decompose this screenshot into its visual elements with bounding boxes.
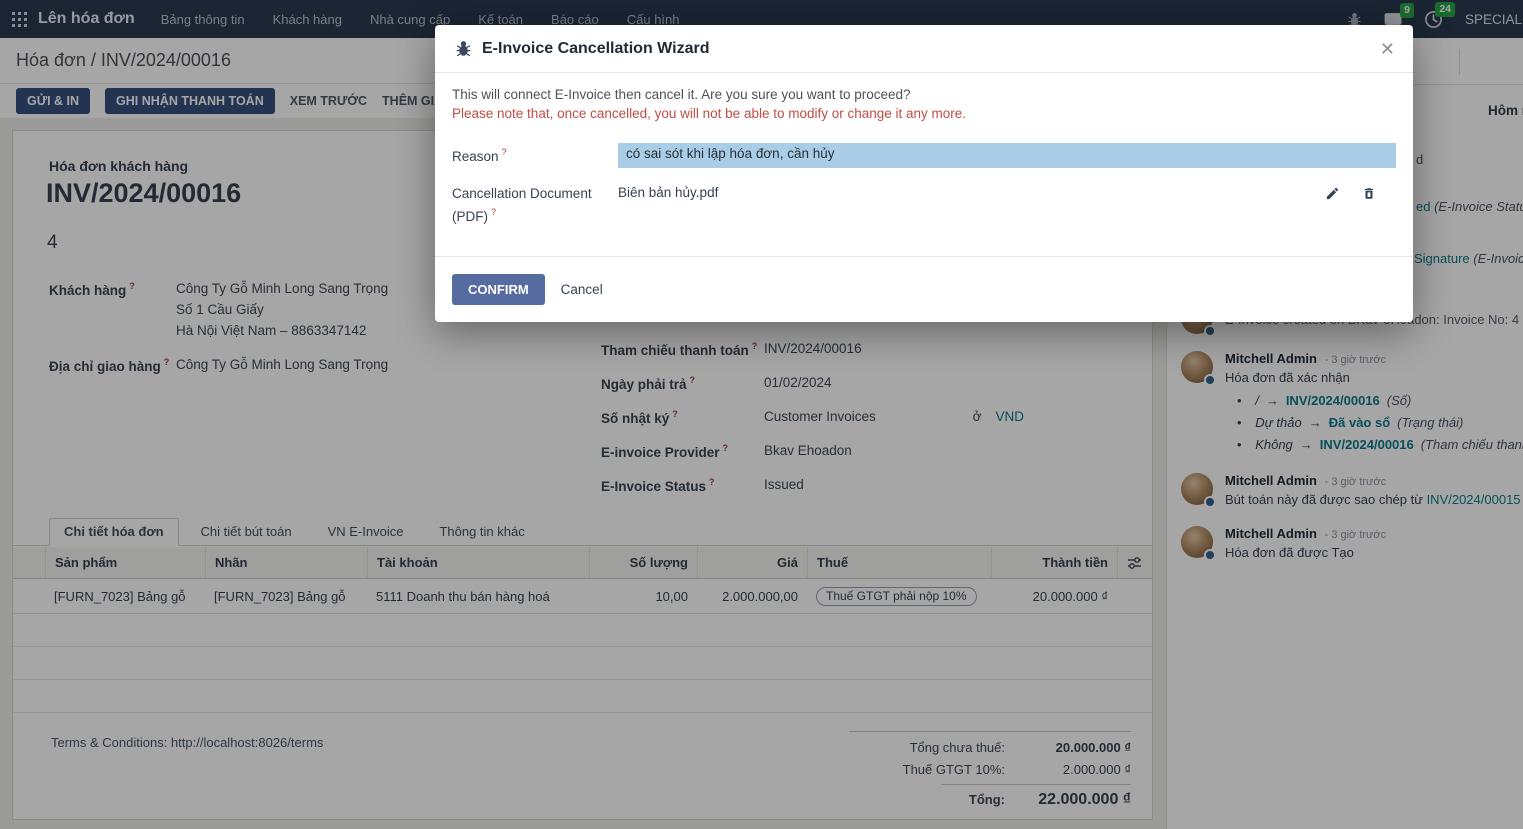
- cancellation-document-filename[interactable]: Biên bản hủy.pdf: [618, 184, 718, 200]
- cancellation-document-row: Cancellation Document (PDF)? Biên bản hủ…: [452, 184, 1396, 226]
- help-marker: ?: [491, 207, 496, 217]
- reason-input[interactable]: có sai sót khi lập hóa đơn, cần hủy: [618, 143, 1396, 168]
- cancel-button[interactable]: Cancel: [561, 282, 603, 297]
- modal-warning-text: Please note that, once cancelled, you wi…: [452, 106, 1396, 121]
- close-icon[interactable]: ✕: [1380, 40, 1395, 58]
- bug-icon: [455, 40, 472, 57]
- modal-intro-text: This will connect E-Invoice then cancel …: [452, 87, 1396, 102]
- reason-label: Reason?: [452, 143, 618, 166]
- edit-pencil-icon[interactable]: [1325, 186, 1340, 201]
- help-marker: ?: [502, 147, 507, 157]
- reason-field-row: Reason? có sai sót khi lập hóa đơn, cần …: [452, 143, 1396, 168]
- delete-trash-icon[interactable]: [1362, 186, 1376, 201]
- confirm-button[interactable]: CONFIRM: [452, 274, 545, 305]
- einvoice-cancellation-modal: E-Invoice Cancellation Wizard ✕ This wil…: [435, 25, 1413, 322]
- modal-body: This will connect E-Invoice then cancel …: [435, 73, 1413, 226]
- modal-title: E-Invoice Cancellation Wizard: [482, 40, 709, 58]
- modal-footer: CONFIRM Cancel: [435, 256, 1413, 322]
- cancellation-document-label: Cancellation Document (PDF)?: [452, 184, 618, 226]
- modal-header: E-Invoice Cancellation Wizard ✕: [435, 25, 1413, 73]
